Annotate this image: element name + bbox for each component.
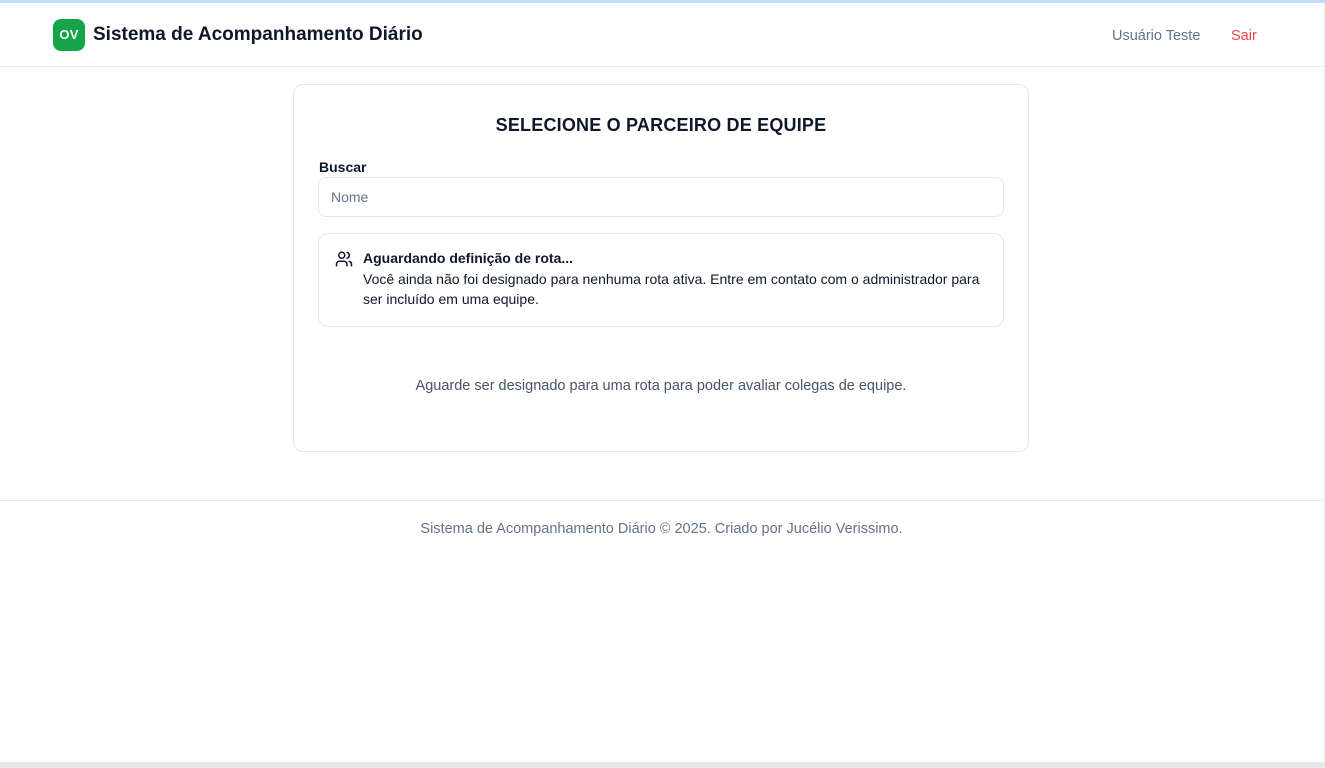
card-title: SELECIONE O PARCEIRO DE EQUIPE xyxy=(495,115,827,135)
search-input[interactable] xyxy=(318,177,1004,217)
app-header: OV Sistema de Acompanhamento Diário Usuá… xyxy=(0,3,1325,67)
bottom-edge xyxy=(0,762,1325,768)
waiting-info-text: Aguarde ser designado para uma rota para… xyxy=(415,378,907,394)
footer-text: Sistema de Acompanhamento Diário © 2025.… xyxy=(420,521,903,537)
search-label: Buscar xyxy=(319,159,367,175)
alert-title: Aguardando definição de rota... xyxy=(363,250,574,266)
app-logo: OV xyxy=(53,19,85,51)
app-title: Sistema de Acompanhamento Diário xyxy=(93,24,423,45)
alert-description: Você ainda não foi designado para nenhum… xyxy=(363,271,980,307)
partner-selection-card: SELECIONE O PARCEIRO DE EQUIPE Buscar Ag… xyxy=(293,84,1029,452)
waiting-route-alert: Aguardando definição de rota... Você ain… xyxy=(318,233,1004,327)
logout-button[interactable]: Sair xyxy=(1231,27,1257,45)
users-icon xyxy=(335,250,353,268)
user-name: Usuário Teste xyxy=(1112,28,1201,44)
app-footer: Sistema de Acompanhamento Diário © 2025.… xyxy=(0,500,1325,560)
